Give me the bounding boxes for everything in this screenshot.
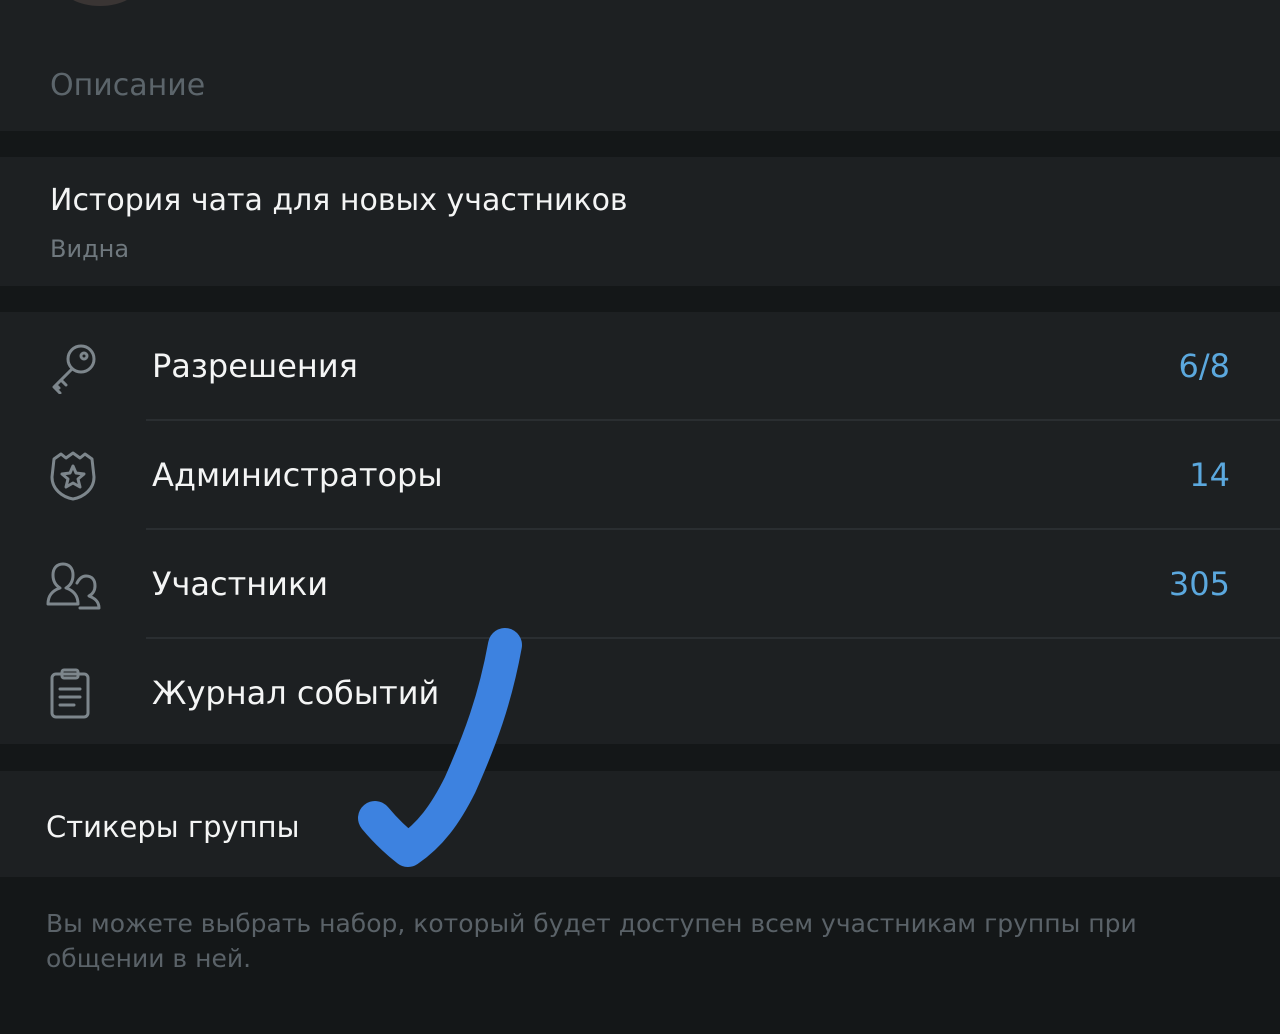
- menu-item-members[interactable]: Участники 305: [0, 530, 1280, 638]
- administrators-count: 14: [1189, 456, 1230, 494]
- permissions-label: Разрешения: [152, 347, 358, 385]
- chat-history-setting[interactable]: История чата для новых участников Видна: [0, 157, 1280, 286]
- administrators-label: Администраторы: [152, 456, 443, 494]
- event-log-label: Журнал событий: [152, 674, 440, 712]
- key-icon: [44, 340, 102, 395]
- permissions-count: 6/8: [1178, 347, 1231, 385]
- group-info-card: Описание: [0, 0, 1280, 131]
- description-field[interactable]: Описание: [50, 68, 205, 103]
- members-label: Участники: [152, 565, 329, 603]
- group-settings-screen: Описание История чата для новых участник…: [0, 0, 1280, 1034]
- members-count: 305: [1168, 565, 1230, 603]
- clipboard-list-icon: [44, 667, 102, 721]
- shield-star-icon: [44, 449, 102, 503]
- menu-item-event-log[interactable]: Журнал событий: [0, 639, 1280, 747]
- menu-item-permissions[interactable]: Разрешения 6/8: [0, 312, 1280, 420]
- group-stickers-label: Стикеры группы: [46, 810, 300, 844]
- chat-history-title: История чата для новых участников: [50, 183, 628, 218]
- stickers-hint: Вы можете выбрать набор, который будет д…: [46, 909, 1137, 973]
- avatar: [60, 0, 140, 6]
- chat-history-value: Видна: [50, 235, 130, 263]
- management-menu: Разрешения 6/8 Администраторы 14 Участни…: [0, 312, 1280, 744]
- people-icon: [44, 558, 102, 612]
- menu-item-administrators[interactable]: Администраторы 14: [0, 421, 1280, 529]
